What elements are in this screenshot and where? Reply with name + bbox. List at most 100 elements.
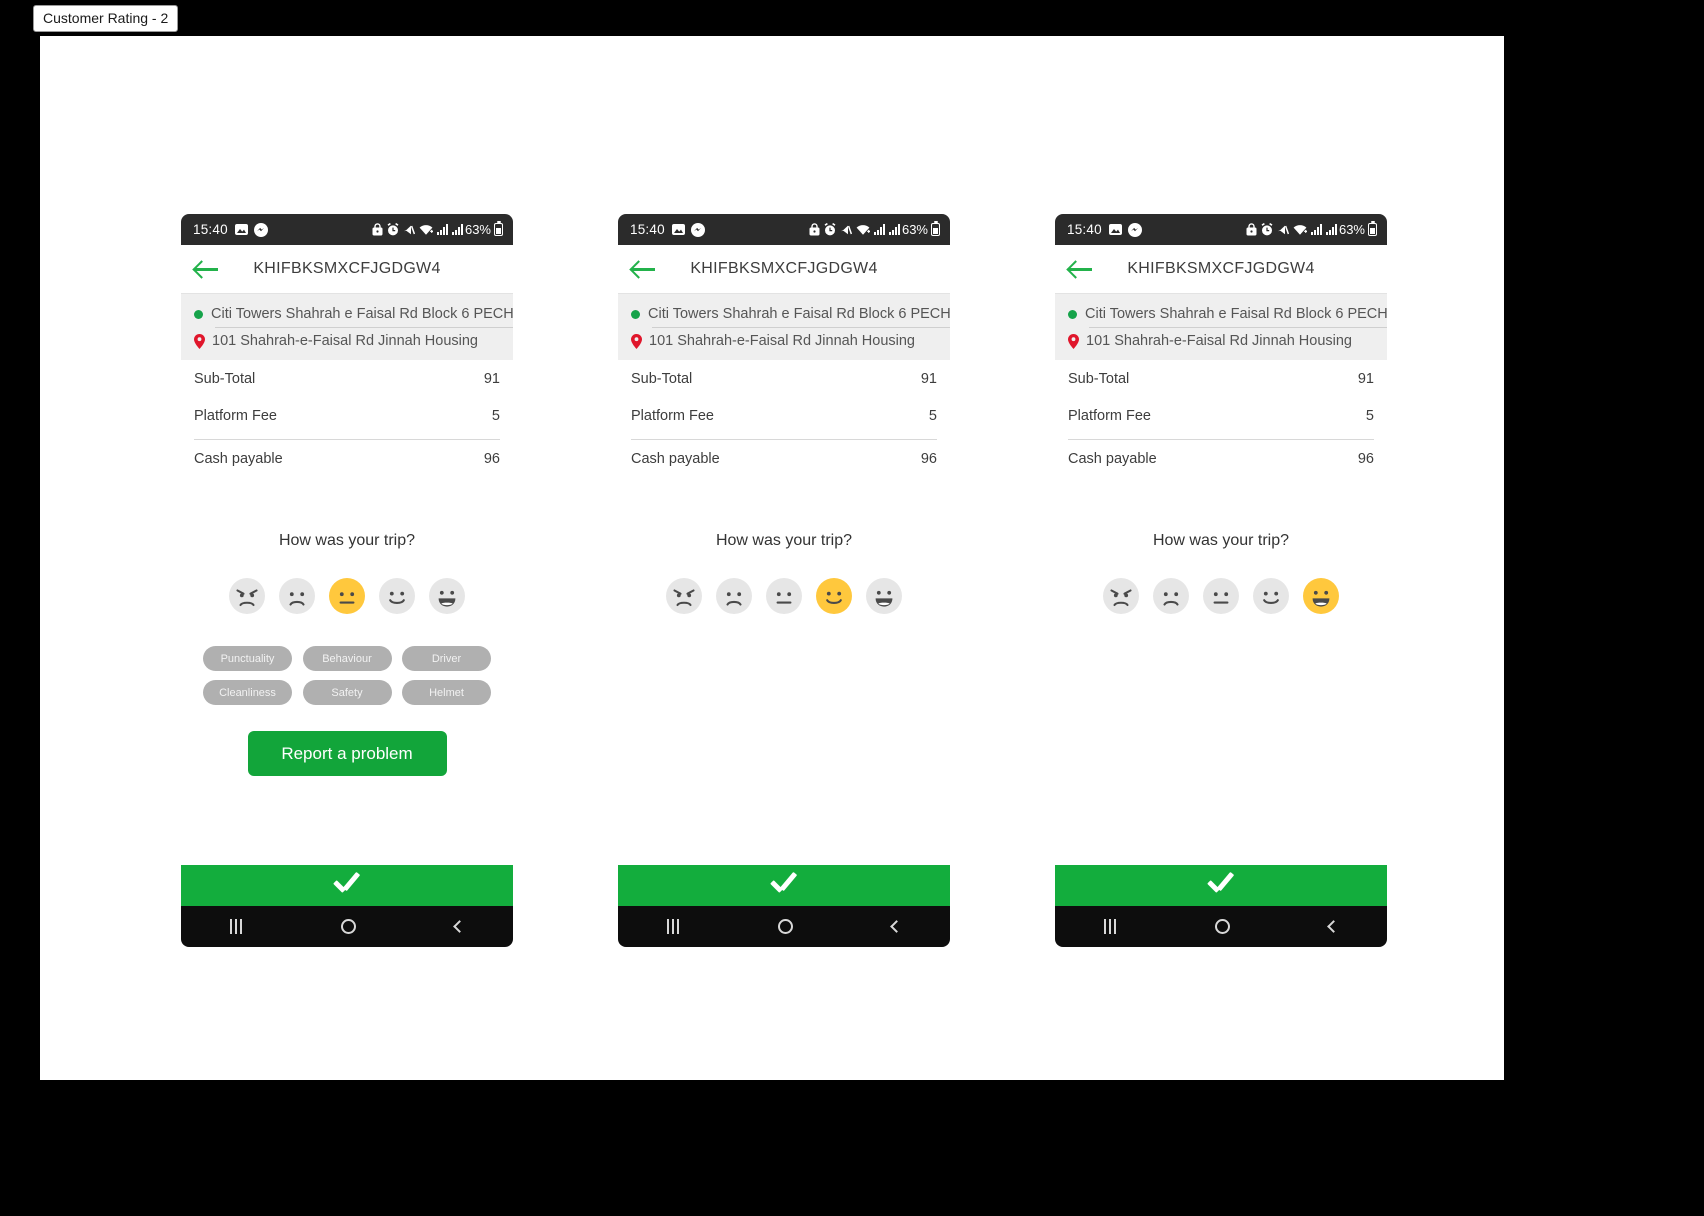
fare-value-total: 96 — [483, 451, 500, 467]
status-bar: 15:40 63% — [618, 214, 950, 245]
submit-rating-bar[interactable] — [618, 865, 950, 906]
fare-value-total: 96 — [1357, 451, 1374, 467]
emoji-neutral[interactable] — [1203, 578, 1239, 614]
wifi-icon — [856, 224, 871, 236]
page-title: KHIFBKSMXCFJGDGW4 — [690, 260, 878, 277]
battery-percent: 63% — [464, 222, 491, 237]
dropoff-address: 101 Shahrah-e-Faisal Rd Jinnah Housing — [212, 333, 478, 349]
report-problem-button[interactable]: Report a problem — [247, 731, 447, 776]
status-bar: 15:40 63% — [181, 214, 513, 245]
mute-icon — [403, 224, 416, 236]
back-arrow-icon[interactable] — [194, 259, 220, 279]
phone-screen-2: 15:40 63% KHIFBKSMXCFJGDGW4 Citi Towers … — [618, 214, 950, 947]
emoji-happy[interactable] — [816, 578, 852, 614]
feedback-tag-row-1: Punctuality Behaviour Driver — [203, 646, 491, 671]
emoji-veryhappy[interactable] — [1303, 578, 1339, 614]
rating-question: How was your trip? — [1152, 532, 1290, 549]
rating-question: How was your trip? — [278, 532, 416, 549]
battery-percent: 63% — [901, 222, 928, 237]
pickup-dot-icon — [1068, 309, 1077, 319]
tag-driver[interactable]: Driver — [402, 646, 491, 671]
emoji-neutral[interactable] — [329, 578, 365, 614]
gallery-icon — [671, 223, 685, 236]
trip-address-block: Citi Towers Shahrah e Faisal Rd Block 6 … — [1055, 294, 1387, 360]
messenger-icon — [253, 222, 268, 237]
app-bar: KHIFBKSMXCFJGDGW4 — [618, 245, 950, 294]
page-title: KHIFBKSMXCFJGDGW4 — [253, 260, 441, 277]
fare-value-subtotal: 91 — [1357, 370, 1374, 387]
fare-row-total: Cash payable 96 — [194, 440, 500, 478]
home-icon[interactable] — [1214, 919, 1230, 934]
back-icon[interactable] — [889, 920, 903, 933]
fare-breakdown: Sub-Total 91 Platform Fee 5 Cash payable… — [618, 360, 950, 478]
pickup-row: Citi Towers Shahrah e Faisal Rd Block 6 … — [181, 301, 513, 327]
battery-percent: 63% — [1338, 222, 1365, 237]
tag-behaviour[interactable]: Behaviour — [302, 646, 392, 671]
fare-label-total: Cash payable — [194, 451, 283, 467]
recents-icon[interactable] — [230, 919, 243, 934]
status-bar: 15:40 63% — [1055, 214, 1387, 245]
battery-icon — [1368, 221, 1377, 236]
tag-helmet[interactable]: Helmet — [402, 680, 491, 705]
messenger-icon — [1127, 222, 1142, 237]
lock-icon — [809, 223, 820, 236]
status-time: 15:40 — [630, 222, 665, 237]
submit-rating-bar[interactable] — [181, 865, 513, 906]
recents-icon[interactable] — [667, 919, 680, 934]
dropoff-pin-icon — [194, 334, 205, 349]
battery-icon — [494, 221, 503, 236]
mute-icon — [840, 224, 853, 236]
home-icon[interactable] — [777, 919, 793, 934]
fare-row-platform-fee: Platform Fee 5 — [631, 397, 937, 434]
status-time: 15:40 — [193, 222, 228, 237]
phone-screen-1: 15:40 63% KHIFBKSMXCFJGDGW4 Citi Towers … — [181, 214, 513, 947]
back-icon[interactable] — [1326, 920, 1340, 933]
emoji-neutral[interactable] — [766, 578, 802, 614]
pickup-dot-icon — [194, 309, 203, 319]
android-nav-bar — [618, 906, 950, 947]
check-icon — [333, 877, 361, 894]
gallery-icon — [234, 223, 248, 236]
emoji-sad[interactable] — [279, 578, 315, 614]
emoji-veryhappy[interactable] — [429, 578, 465, 614]
fare-breakdown: Sub-Total 91 Platform Fee 5 Cash payable… — [1055, 360, 1387, 478]
emoji-happy[interactable] — [379, 578, 415, 614]
status-left-icons — [671, 222, 705, 237]
report-problem-wrap: Report a problem — [181, 731, 513, 776]
back-icon[interactable] — [452, 920, 466, 933]
check-icon — [770, 877, 798, 894]
tag-cleanliness[interactable]: Cleanliness — [203, 680, 292, 705]
pickup-address: Citi Towers Shahrah e Faisal Rd Block 6 … — [648, 306, 950, 322]
dropoff-row: 101 Shahrah-e-Faisal Rd Jinnah Housing — [181, 328, 513, 354]
fare-value-total: 96 — [920, 451, 937, 467]
submit-rating-bar[interactable] — [1055, 865, 1387, 906]
pickup-row: Citi Towers Shahrah e Faisal Rd Block 6 … — [1055, 301, 1387, 327]
tag-punctuality[interactable]: Punctuality — [203, 646, 292, 671]
recents-icon[interactable] — [1104, 919, 1117, 934]
dropoff-address: 101 Shahrah-e-Faisal Rd Jinnah Housing — [1086, 333, 1352, 349]
rating-question: How was your trip? — [715, 532, 853, 549]
dropoff-pin-icon — [1068, 334, 1079, 349]
fare-label-total: Cash payable — [1068, 451, 1157, 467]
pickup-address: Citi Towers Shahrah e Faisal Rd Block 6 … — [1085, 306, 1387, 322]
wifi-icon — [419, 224, 434, 236]
emoji-angry[interactable] — [229, 578, 265, 614]
emoji-happy[interactable] — [1253, 578, 1289, 614]
emoji-angry[interactable] — [666, 578, 702, 614]
home-icon[interactable] — [340, 919, 356, 934]
back-arrow-icon[interactable] — [631, 259, 657, 279]
emoji-angry[interactable] — [1103, 578, 1139, 614]
lock-icon — [1246, 223, 1257, 236]
app-bar: KHIFBKSMXCFJGDGW4 — [1055, 245, 1387, 294]
fare-label-total: Cash payable — [631, 451, 720, 467]
tag-safety[interactable]: Safety — [302, 680, 392, 705]
fare-label-subtotal: Sub-Total — [1068, 370, 1130, 387]
page-title: KHIFBKSMXCFJGDGW4 — [1127, 260, 1315, 277]
emoji-sad[interactable] — [716, 578, 752, 614]
status-time: 15:40 — [1067, 222, 1102, 237]
emoji-veryhappy[interactable] — [866, 578, 902, 614]
fare-label-platform-fee: Platform Fee — [194, 407, 277, 424]
emoji-sad[interactable] — [1153, 578, 1189, 614]
fare-value-platform-fee: 5 — [1365, 407, 1374, 424]
back-arrow-icon[interactable] — [1068, 259, 1094, 279]
